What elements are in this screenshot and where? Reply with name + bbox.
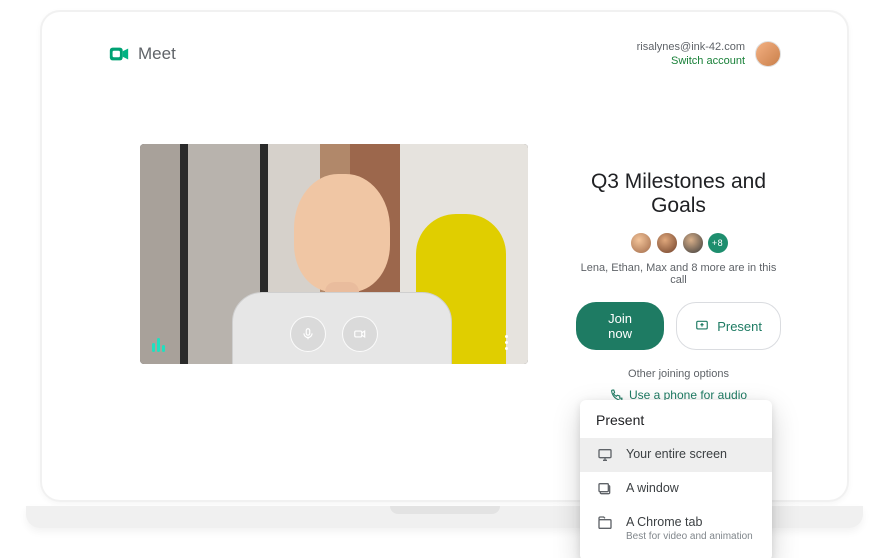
preview-controls: [290, 316, 378, 352]
present-option-chrome-tab[interactable]: A Chrome tab Best for video and animatio…: [580, 506, 772, 551]
participant-avatar-icon: [682, 232, 704, 254]
participant-overflow-badge: +8: [708, 233, 728, 253]
join-now-button[interactable]: Join now: [576, 302, 664, 350]
present-menu: Present Your entire screen A window A Ch…: [580, 400, 772, 558]
present-button[interactable]: Present: [676, 302, 781, 350]
more-options-button[interactable]: [494, 330, 518, 354]
brand: Meet: [108, 43, 176, 65]
video-preview: [140, 144, 528, 364]
meeting-info: Q3 Milestones and Goals +8 Lena, Ethan, …: [576, 144, 781, 402]
switch-account-link[interactable]: Switch account: [637, 54, 745, 68]
camera-toggle-button[interactable]: [342, 316, 378, 352]
participant-avatars: +8: [630, 232, 728, 254]
product-name: Meet: [138, 44, 176, 64]
header-bar: Meet risalynes@ink-42.com Switch account: [108, 40, 781, 69]
window-icon: [596, 480, 614, 498]
tab-icon: [596, 514, 614, 532]
account-lines: risalynes@ink-42.com Switch account: [637, 40, 745, 69]
monitor-icon: [596, 446, 614, 464]
laptop-stage: Meet risalynes@ink-42.com Switch account: [0, 0, 889, 558]
present-option-label: A window: [626, 480, 679, 496]
avatar-icon[interactable]: [755, 41, 781, 67]
main-row: Q3 Milestones and Goals +8 Lena, Ethan, …: [140, 144, 781, 402]
present-option-sublabel: Best for video and animation: [626, 530, 753, 543]
action-buttons: Join now Present: [576, 302, 781, 350]
mic-toggle-button[interactable]: [290, 316, 326, 352]
account-email: risalynes@ink-42.com: [637, 40, 745, 54]
present-label: Present: [717, 319, 762, 334]
present-option-label: Your entire screen: [626, 446, 727, 462]
account-area[interactable]: risalynes@ink-42.com Switch account: [637, 40, 781, 69]
participant-avatar-icon: [630, 232, 652, 254]
present-menu-title: Present: [580, 412, 772, 438]
present-option-entire-screen[interactable]: Your entire screen: [580, 438, 772, 472]
other-options-label: Other joining options: [628, 368, 729, 380]
audio-level-icon: [152, 338, 165, 352]
present-option-label: A Chrome tab: [626, 514, 753, 530]
present-option-window[interactable]: A window: [580, 472, 772, 506]
meet-logo-icon: [108, 43, 130, 65]
participants-line: Lena, Ethan, Max and 8 more are in this …: [576, 262, 781, 286]
meeting-title: Q3 Milestones and Goals: [576, 170, 781, 218]
present-icon: [695, 319, 709, 333]
participant-avatar-icon: [656, 232, 678, 254]
